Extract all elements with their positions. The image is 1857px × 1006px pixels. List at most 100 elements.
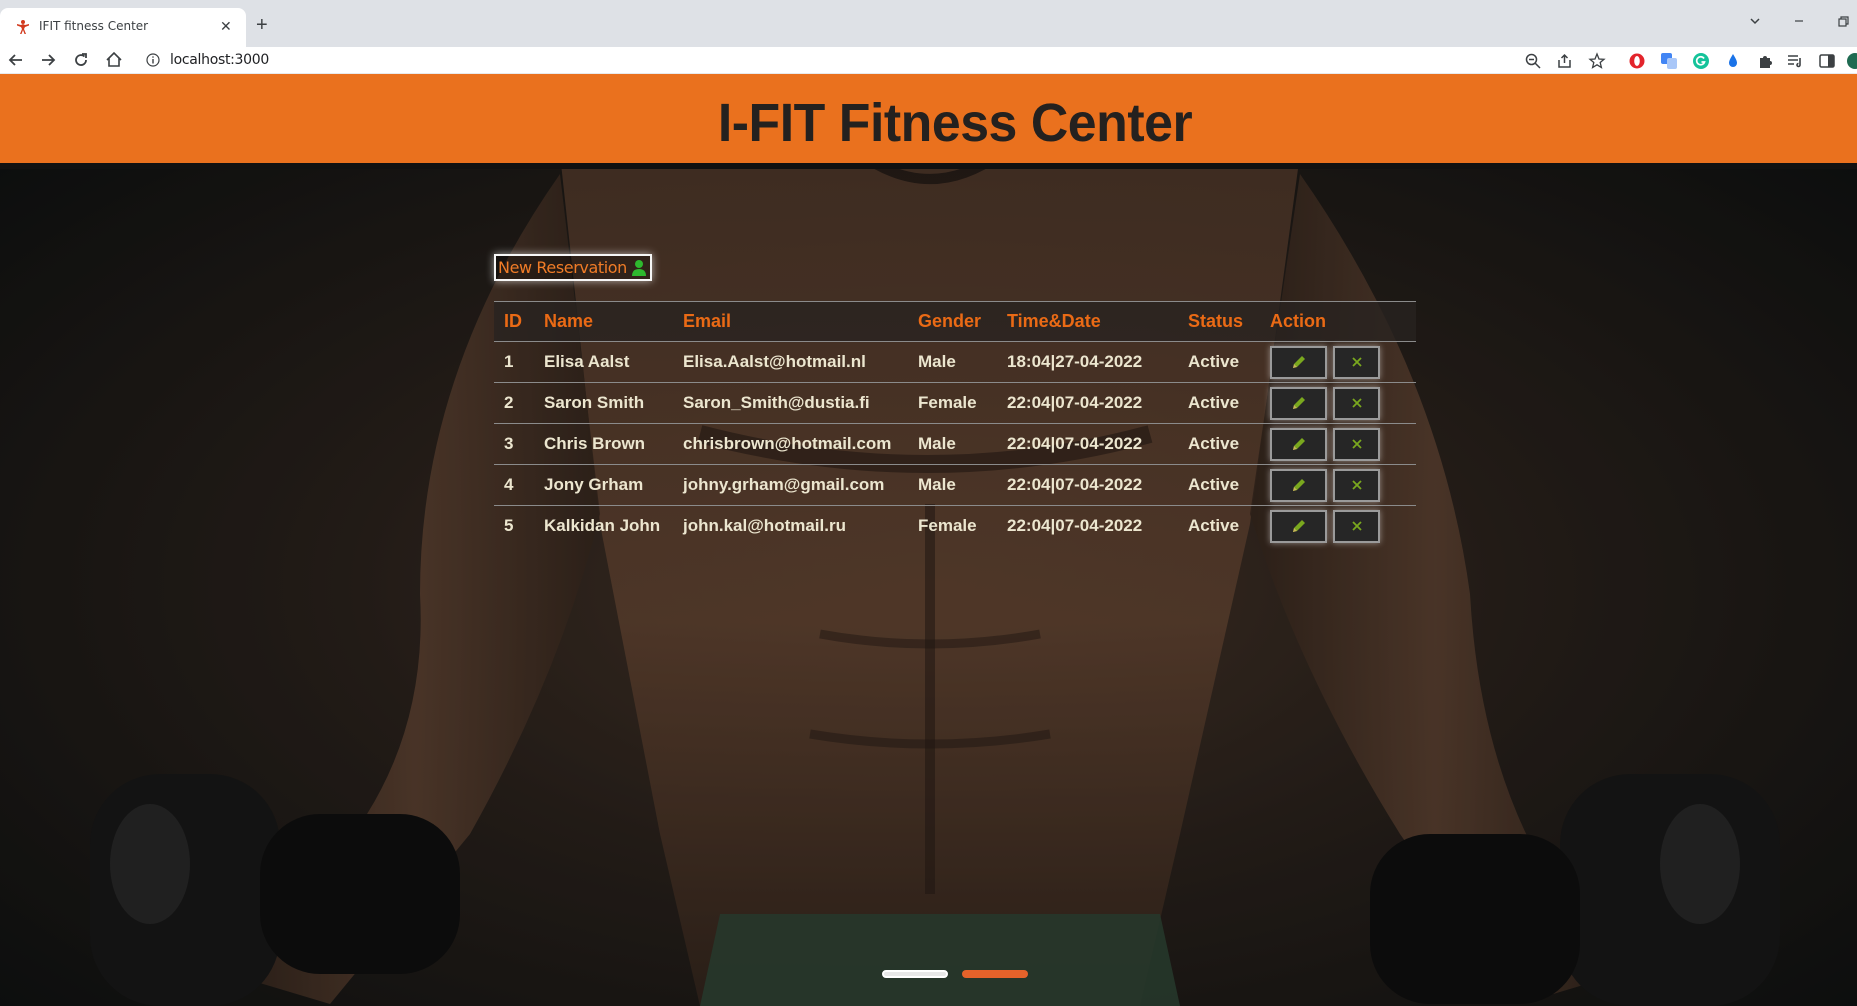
cell-status: Active	[1188, 516, 1240, 536]
cell-email: chrisbrown@hotmail.com	[673, 423, 908, 465]
cell-id: 2	[494, 382, 534, 424]
column-header-name: Name	[544, 311, 594, 331]
pencil-icon	[1292, 438, 1305, 450]
profile-avatar-icon[interactable]	[1846, 52, 1857, 70]
cell-datetime: 22:04|07-04-2022	[997, 382, 1178, 424]
grammarly-extension-icon[interactable]	[1692, 52, 1710, 70]
pencil-icon	[1292, 479, 1305, 491]
cell-id: 4	[494, 464, 534, 506]
column-header-datetime: Time&Date	[1007, 311, 1101, 331]
cell-actions	[1260, 382, 1416, 424]
cell-id: 5	[504, 516, 514, 536]
cell-actions	[1260, 423, 1416, 465]
cell-email: johny.grham@gmail.com	[673, 464, 908, 506]
table-body: 1 Elisa Aalst Elisa.Aalst@hotmail.nl Mal…	[494, 341, 1416, 547]
address-bar[interactable]: localhost:3000	[138, 49, 1518, 71]
close-icon	[1351, 521, 1362, 531]
close-icon	[1351, 439, 1362, 449]
site-title: I-FIT Fitness Center	[717, 93, 1193, 153]
edit-button[interactable]	[1270, 386, 1327, 420]
home-icon[interactable]	[104, 50, 124, 70]
tab-title: IFIT fitness Center	[39, 19, 149, 33]
pencil-icon	[1292, 356, 1305, 368]
browser-tab[interactable]: IFIT fitness Center ✕	[0, 8, 246, 47]
forward-arrow-icon[interactable]	[38, 50, 58, 70]
close-icon	[1351, 398, 1362, 408]
translate-extension-icon[interactable]	[1660, 52, 1678, 70]
tab-close-button[interactable]: ✕	[220, 17, 232, 35]
close-icon	[1351, 480, 1362, 490]
cell-actions	[1260, 341, 1416, 383]
reload-icon[interactable]	[71, 50, 91, 70]
extensions-puzzle-icon[interactable]	[1756, 52, 1774, 70]
share-icon[interactable]	[1556, 52, 1574, 70]
cell-id: 3	[494, 423, 534, 465]
cell-status: Active	[1178, 382, 1260, 424]
delete-button[interactable]	[1333, 345, 1380, 379]
restore-window-icon[interactable]	[1836, 14, 1850, 28]
cell-name: Elisa Aalst	[534, 341, 673, 383]
bookmark-star-icon[interactable]	[1588, 52, 1606, 70]
table-row: 1 Elisa Aalst Elisa.Aalst@hotmail.nl Mal…	[494, 341, 1416, 383]
column-header-status: Status	[1188, 311, 1244, 331]
cell-datetime: 18:04|27-04-2022	[997, 341, 1178, 383]
new-reservation-button[interactable]: New Reservation	[494, 254, 652, 281]
table-header: ID Name Email Gender Time&Date Status Ac…	[494, 301, 1416, 342]
cell-datetime: 22:04|07-04-2022	[997, 464, 1178, 506]
browser-toolbar: localhost:3000	[0, 47, 1857, 74]
zoom-icon[interactable]	[1524, 52, 1542, 70]
edit-button[interactable]	[1270, 468, 1327, 502]
delete-button[interactable]	[1333, 509, 1380, 543]
cell-status: Active	[1178, 341, 1260, 383]
site-info-icon[interactable]	[146, 53, 160, 67]
back-arrow-icon[interactable]	[6, 50, 26, 70]
carousel-indicator-2[interactable]	[962, 970, 1028, 978]
cell-name: Chris Brown	[534, 423, 673, 465]
opera-extension-icon[interactable]	[1628, 52, 1646, 70]
table-row: 2 Saron Smith Saron_Smith@dustia.fi Fema…	[494, 382, 1416, 424]
table-row: 3 Chris Brown chrisbrown@hotmail.com Mal…	[494, 423, 1416, 465]
column-header-email: Email	[683, 311, 732, 331]
table-row: 4 Jony Grham johny.grham@gmail.com Male …	[494, 464, 1416, 506]
cell-email: Saron_Smith@dustia.fi	[673, 382, 908, 424]
edit-button[interactable]	[1270, 345, 1327, 379]
cell-name: Kalkidan John	[544, 516, 661, 536]
cell-gender: Female	[908, 382, 997, 424]
cell-name: Saron Smith	[534, 382, 673, 424]
delete-button[interactable]	[1333, 468, 1380, 502]
carousel-indicator-1[interactable]	[882, 970, 948, 978]
cell-id: 1	[494, 341, 534, 383]
tab-search-chevron-icon[interactable]	[1748, 14, 1762, 28]
table-row: 5 Kalkidan John john.kal@hotmail.ru Fema…	[494, 506, 1416, 547]
pencil-icon	[1292, 397, 1305, 409]
delete-button[interactable]	[1333, 427, 1380, 461]
cell-gender: Male	[908, 341, 997, 383]
cell-actions	[1260, 506, 1416, 547]
minimize-icon[interactable]	[1792, 14, 1806, 28]
page-viewport: I-FIT Fitness Center New Reservation ID …	[0, 74, 1857, 1006]
side-panel-icon[interactable]	[1818, 52, 1836, 70]
close-icon	[1351, 357, 1362, 367]
drop-extension-icon[interactable]	[1724, 52, 1742, 70]
cell-actions	[1260, 464, 1416, 506]
user-icon	[631, 259, 646, 276]
table-header-row: ID Name Email Gender Time&Date Status Ac…	[494, 301, 1416, 342]
edit-button[interactable]	[1270, 509, 1327, 543]
media-queue-icon[interactable]	[1786, 52, 1804, 70]
column-header-gender: Gender	[918, 311, 982, 331]
cell-datetime: 22:04|07-04-2022	[1007, 516, 1143, 536]
browser-tab-strip: IFIT fitness Center ✕ +	[0, 0, 1857, 47]
cell-datetime: 22:04|07-04-2022	[997, 423, 1178, 465]
edit-button[interactable]	[1270, 427, 1327, 461]
cell-gender: Female	[918, 516, 977, 536]
cell-email: Elisa.Aalst@hotmail.nl	[673, 341, 908, 383]
url-text[interactable]: localhost:3000	[170, 52, 269, 68]
new-tab-button[interactable]: +	[256, 14, 268, 36]
cell-gender: Male	[908, 464, 997, 506]
delete-button[interactable]	[1333, 386, 1380, 420]
site-header: I-FIT Fitness Center	[0, 74, 1857, 169]
column-header-id: ID	[504, 311, 522, 331]
fitness-favicon-icon	[17, 20, 29, 34]
cell-gender: Male	[908, 423, 997, 465]
cell-status: Active	[1178, 423, 1260, 465]
